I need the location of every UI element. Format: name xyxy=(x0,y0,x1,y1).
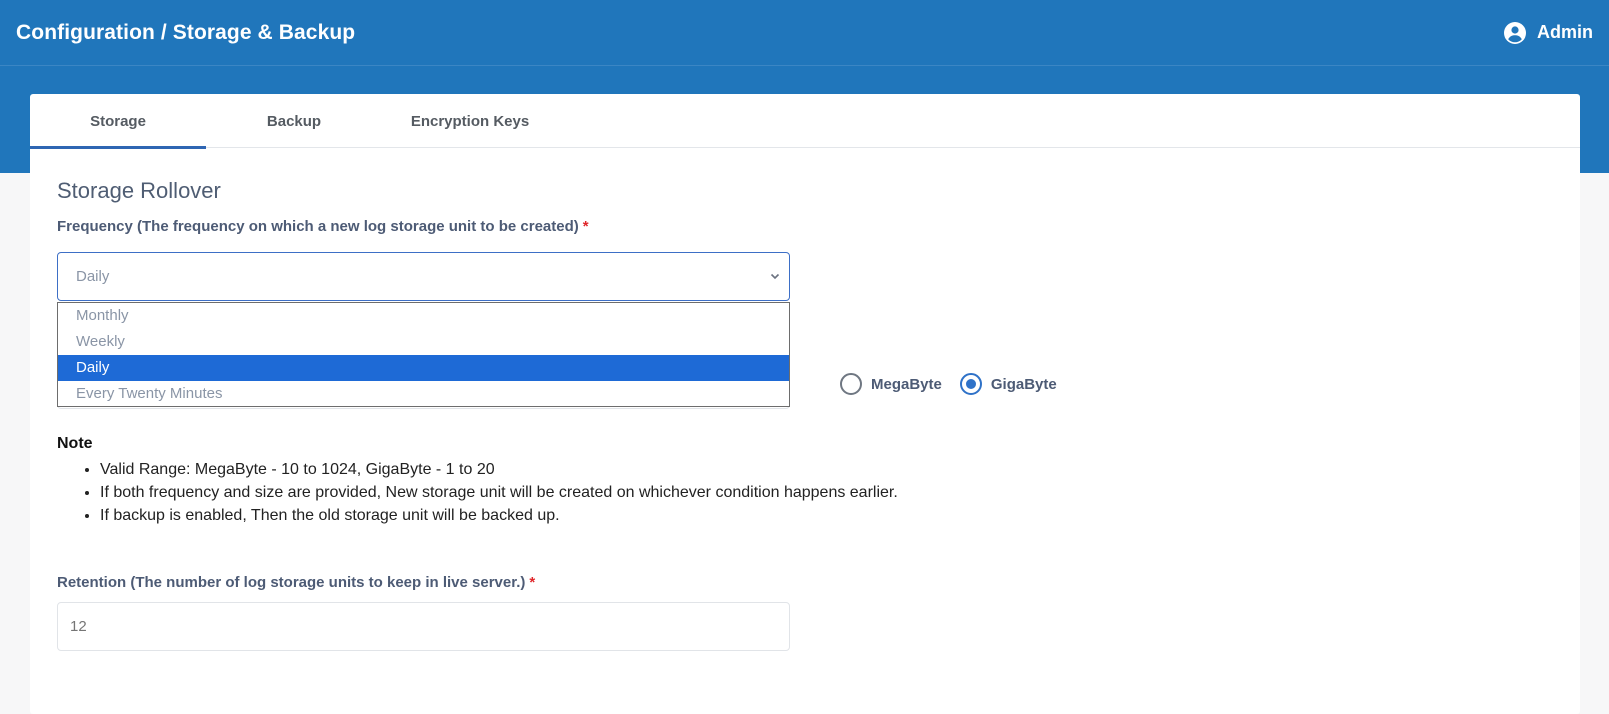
top-bar: Configuration / Storage & Backup Admin xyxy=(0,0,1609,66)
frequency-option-daily[interactable]: Daily xyxy=(58,355,789,381)
required-marker: * xyxy=(529,574,536,591)
page-title: Configuration / Storage & Backup xyxy=(16,20,356,44)
size-unit-radio-group: MegaByte GigaByte xyxy=(840,373,1075,395)
frequency-option-monthly[interactable]: Monthly xyxy=(58,303,789,329)
frequency-dropdown-list: Monthly Weekly Daily Every Twenty Minute… xyxy=(57,302,790,407)
retention-input[interactable] xyxy=(57,602,790,651)
chevron-down-icon xyxy=(770,273,780,280)
radio-megabyte[interactable]: MegaByte xyxy=(840,373,942,395)
radio-megabyte-circle[interactable] xyxy=(840,373,862,395)
radio-megabyte-label: MegaByte xyxy=(871,375,942,393)
note-item: Valid Range: MegaByte - 10 to 1024, Giga… xyxy=(100,458,898,481)
account-circle-icon xyxy=(1504,21,1526,44)
section-title: Storage Rollover xyxy=(57,178,221,203)
tab-bar: Storage Backup Encryption Keys xyxy=(30,94,1580,149)
frequency-label: Frequency (The frequency on which a new … xyxy=(57,218,589,235)
radio-gigabyte-circle[interactable] xyxy=(959,373,982,395)
user-name: Admin xyxy=(1537,22,1593,42)
frequency-label-text: Frequency (The frequency on which a new … xyxy=(57,218,579,235)
tab-storage[interactable]: Storage xyxy=(30,94,206,149)
frequency-option-weekly[interactable]: Weekly xyxy=(58,329,789,355)
tab-encryption-keys[interactable]: Encryption Keys xyxy=(382,94,558,148)
required-marker: * xyxy=(582,218,589,235)
tab-backup[interactable]: Backup xyxy=(206,94,382,148)
note-list: Valid Range: MegaByte - 10 to 1024, Giga… xyxy=(100,458,898,527)
frequency-select[interactable]: Daily xyxy=(57,252,790,301)
note-title: Note xyxy=(57,435,93,452)
radio-gigabyte-label: GigaByte xyxy=(990,375,1057,393)
radio-gigabyte[interactable]: GigaByte xyxy=(959,373,1057,395)
retention-label: Retention (The number of log storage uni… xyxy=(57,574,535,591)
settings-card: Storage Backup Encryption Keys Storage R… xyxy=(30,94,1580,714)
note-item: If both frequency and size are provided,… xyxy=(100,481,898,504)
note-item: If backup is enabled, Then the old stora… xyxy=(100,504,898,527)
user-menu[interactable]: Admin xyxy=(1503,21,1593,45)
frequency-option-every-twenty-minutes[interactable]: Every Twenty Minutes xyxy=(58,381,789,407)
retention-label-text: Retention (The number of log storage uni… xyxy=(57,574,526,591)
frequency-select-value: Daily xyxy=(76,268,110,285)
